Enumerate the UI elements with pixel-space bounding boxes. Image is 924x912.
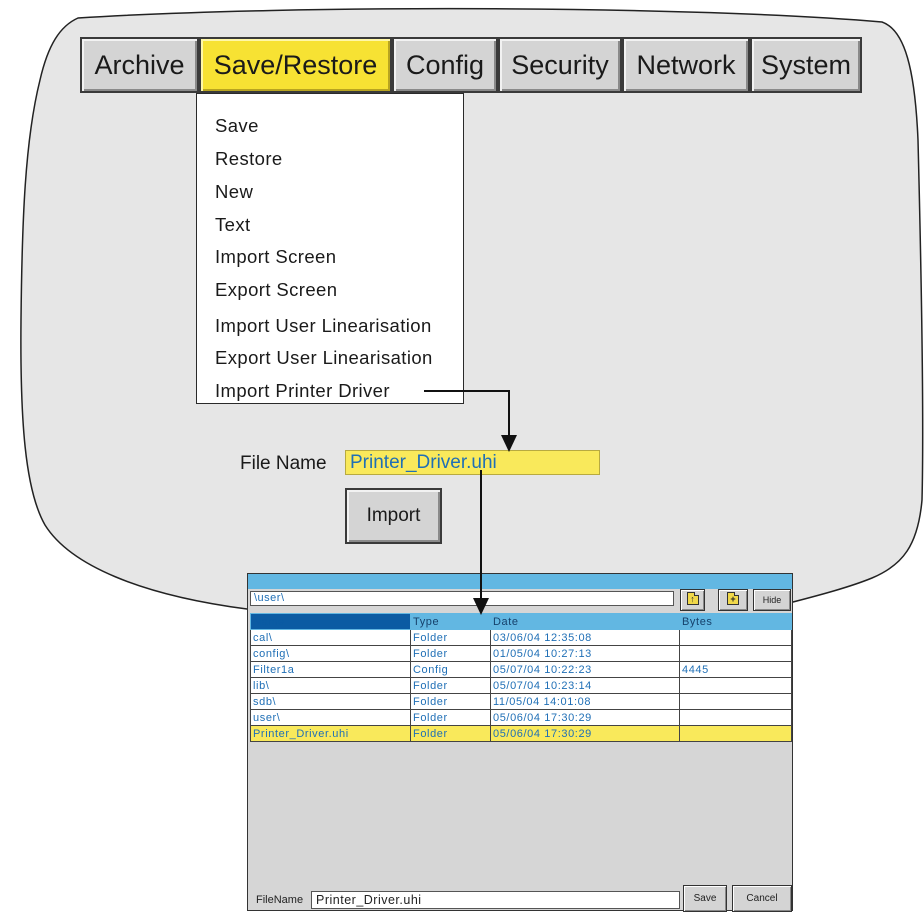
cell-bytes bbox=[679, 709, 792, 726]
file-table: Name Type Date Bytes cal\ Folder 03/06/0… bbox=[250, 613, 792, 742]
cell-type: Folder bbox=[410, 725, 491, 742]
file-browser-dialog: \user\ Hide Name Type Date Bytes cal\ Fo… bbox=[247, 573, 793, 912]
cell-bytes: 4445 bbox=[679, 661, 792, 678]
cell-name: user\ bbox=[250, 709, 411, 726]
table-row[interactable]: Filter1a Config 05/07/04 10:22:23 4445 bbox=[250, 661, 792, 678]
tab-config[interactable]: Config bbox=[392, 37, 498, 93]
menu-item-import-printer-driver[interactable]: Import Printer Driver bbox=[215, 380, 390, 402]
import-button-label: Import bbox=[366, 505, 421, 526]
save-button-label: Save bbox=[693, 893, 717, 904]
column-header-date[interactable]: Date bbox=[490, 613, 680, 630]
cell-type: Folder bbox=[410, 709, 491, 726]
cell-type: Folder bbox=[410, 645, 491, 662]
hide-button-label: Hide bbox=[762, 595, 782, 605]
cell-name: Filter1a bbox=[250, 661, 411, 678]
cancel-button-label: Cancel bbox=[746, 893, 778, 904]
table-row[interactable]: lib\ Folder 05/07/04 10:23:14 bbox=[250, 677, 792, 694]
cell-date: 05/06/04 17:30:29 bbox=[490, 725, 680, 742]
filename-field[interactable]: Printer_Driver.uhi bbox=[311, 891, 680, 909]
cell-date: 01/05/04 10:27:13 bbox=[490, 645, 680, 662]
new-folder-button[interactable] bbox=[718, 589, 748, 611]
tab-security-label: Security bbox=[511, 49, 609, 80]
cell-name: sdb\ bbox=[250, 693, 411, 710]
tab-network[interactable]: Network bbox=[622, 37, 750, 93]
tab-archive[interactable]: Archive bbox=[80, 37, 199, 93]
save-restore-menu: Save Restore New Text Import Screen Expo… bbox=[196, 93, 464, 404]
menu-item-text[interactable]: Text bbox=[215, 214, 251, 236]
cell-bytes bbox=[679, 629, 792, 646]
table-row[interactable]: cal\ Folder 03/06/04 12:35:08 bbox=[250, 629, 792, 646]
column-header-type[interactable]: Type bbox=[410, 613, 491, 630]
table-row[interactable]: config\ Folder 01/05/04 10:27:13 bbox=[250, 645, 792, 662]
cell-date: 11/05/04 14:01:08 bbox=[490, 693, 680, 710]
column-header-bytes[interactable]: Bytes bbox=[679, 613, 792, 630]
menu-item-export-user-linearisation[interactable]: Export User Linearisation bbox=[215, 347, 433, 369]
cell-name: cal\ bbox=[250, 629, 411, 646]
menu-item-export-screen[interactable]: Export Screen bbox=[215, 279, 337, 301]
cell-name: Printer_Driver.uhi bbox=[250, 725, 411, 742]
cell-bytes bbox=[679, 677, 792, 694]
cell-type: Config bbox=[410, 661, 491, 678]
menu-item-new[interactable]: New bbox=[215, 181, 253, 203]
new-folder-icon bbox=[727, 592, 739, 605]
menu-item-restore[interactable]: Restore bbox=[215, 148, 283, 170]
tab-system[interactable]: System bbox=[750, 37, 862, 93]
cell-bytes bbox=[679, 693, 792, 710]
save-button[interactable]: Save bbox=[683, 885, 727, 912]
folder-up-icon bbox=[686, 592, 699, 605]
dialog-title-bar bbox=[248, 574, 792, 589]
cell-name: config\ bbox=[250, 645, 411, 662]
tab-network-label: Network bbox=[636, 49, 736, 80]
cell-bytes bbox=[679, 645, 792, 662]
folder-up-button[interactable] bbox=[680, 589, 705, 611]
column-header-name[interactable]: Name bbox=[250, 613, 411, 630]
menu-item-save[interactable]: Save bbox=[215, 115, 259, 137]
cancel-button[interactable]: Cancel bbox=[732, 885, 792, 912]
table-row[interactable]: user\ Folder 05/06/04 17:30:29 bbox=[250, 709, 792, 726]
cell-date: 05/06/04 17:30:29 bbox=[490, 709, 680, 726]
hide-button[interactable]: Hide bbox=[753, 589, 791, 611]
menu-item-import-screen[interactable]: Import Screen bbox=[215, 246, 336, 268]
table-row-selected[interactable]: Printer_Driver.uhi Folder 05/06/04 17:30… bbox=[250, 725, 792, 742]
cell-date: 05/07/04 10:23:14 bbox=[490, 677, 680, 694]
tab-system-label: System bbox=[760, 49, 852, 80]
cell-bytes bbox=[679, 725, 792, 742]
table-row[interactable]: sdb\ Folder 11/05/04 14:01:08 bbox=[250, 693, 792, 710]
file-name-label: File Name bbox=[240, 453, 327, 474]
table-header-row: Name Type Date Bytes bbox=[250, 613, 792, 630]
tab-save-restore[interactable]: Save/Restore bbox=[199, 37, 392, 93]
cell-date: 05/07/04 10:22:23 bbox=[490, 661, 680, 678]
tab-security[interactable]: Security bbox=[498, 37, 622, 93]
tab-save-restore-label: Save/Restore bbox=[213, 49, 378, 80]
cell-type: Folder bbox=[410, 677, 491, 694]
path-field[interactable]: \user\ bbox=[250, 591, 674, 606]
cell-type: Folder bbox=[410, 693, 491, 710]
file-name-field[interactable] bbox=[345, 450, 600, 475]
cell-type: Folder bbox=[410, 629, 491, 646]
tab-config-label: Config bbox=[405, 49, 485, 80]
cell-name: lib\ bbox=[250, 677, 411, 694]
menu-item-import-user-linearisation[interactable]: Import User Linearisation bbox=[215, 315, 432, 337]
cell-date: 03/06/04 12:35:08 bbox=[490, 629, 680, 646]
tab-archive-label: Archive bbox=[94, 49, 185, 80]
import-button[interactable]: Import bbox=[345, 488, 442, 544]
filename-label: FileName bbox=[256, 894, 304, 906]
